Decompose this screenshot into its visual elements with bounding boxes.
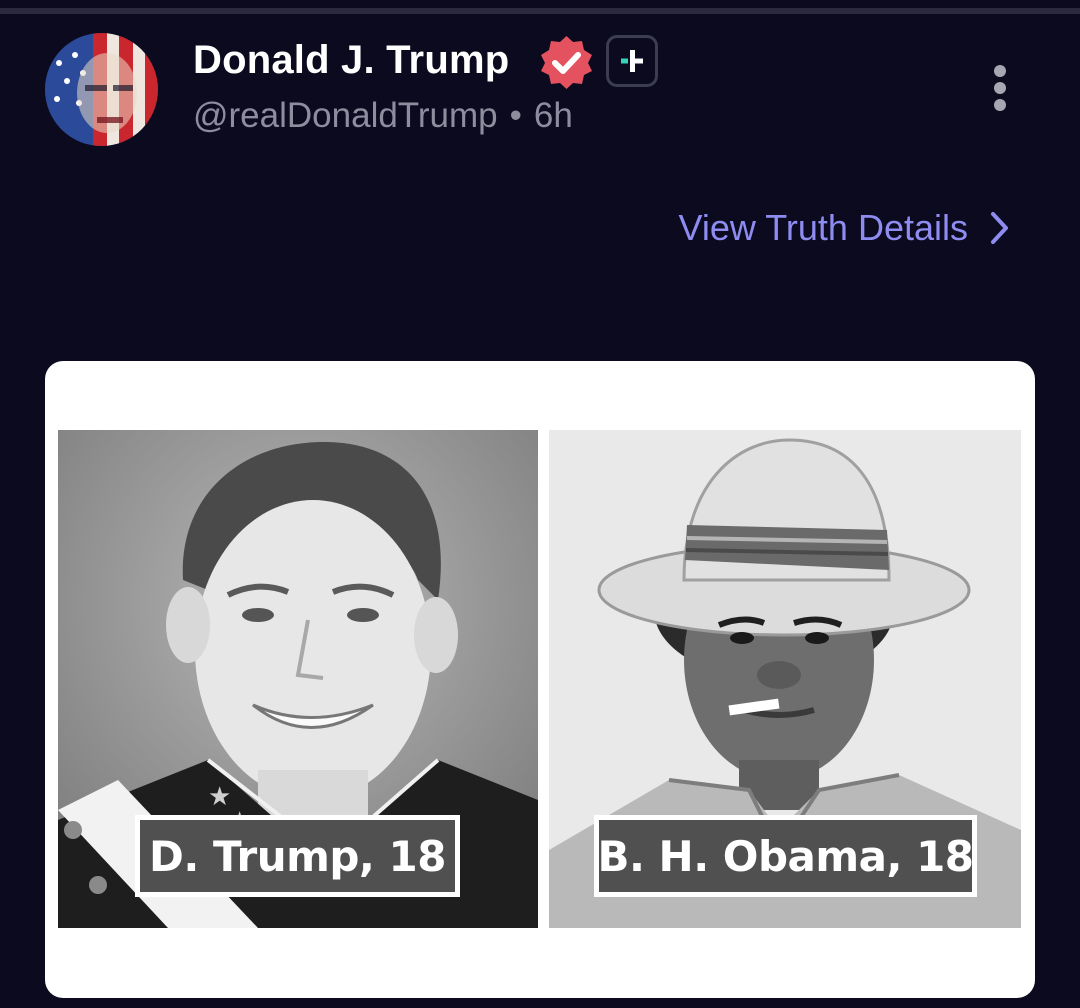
- author-avatar[interactable]: [45, 33, 158, 146]
- more-options-button[interactable]: [985, 64, 1015, 118]
- caption-right: B. H. Obama, 18: [594, 815, 977, 897]
- author-name[interactable]: Donald J. Trump: [193, 38, 509, 83]
- media-photo-left[interactable]: ★ ★ D. Trump, 18: [58, 430, 538, 928]
- caption-left: D. Trump, 18: [135, 815, 460, 897]
- top-divider: [0, 8, 1080, 14]
- meta-separator: •: [509, 96, 522, 135]
- chevron-right-icon: [991, 212, 1008, 244]
- author-handle[interactable]: @realDonaldTrump: [193, 96, 498, 135]
- more-vertical-icon: [994, 65, 1006, 111]
- view-truth-details-label: View Truth Details: [678, 207, 968, 248]
- verified-badge-icon: [538, 34, 595, 91]
- post-media-card[interactable]: ★ ★ D. Trump, 18: [45, 361, 1035, 998]
- avatar-image: [45, 33, 158, 146]
- media-photo-right[interactable]: B. H. Obama, 18: [549, 430, 1021, 928]
- view-truth-details-link[interactable]: View Truth Details: [679, 207, 1010, 249]
- author-meta: @realDonaldTrump • 6h: [193, 96, 573, 136]
- plus-badge-icon: [606, 35, 658, 87]
- post-time: 6h: [533, 96, 573, 135]
